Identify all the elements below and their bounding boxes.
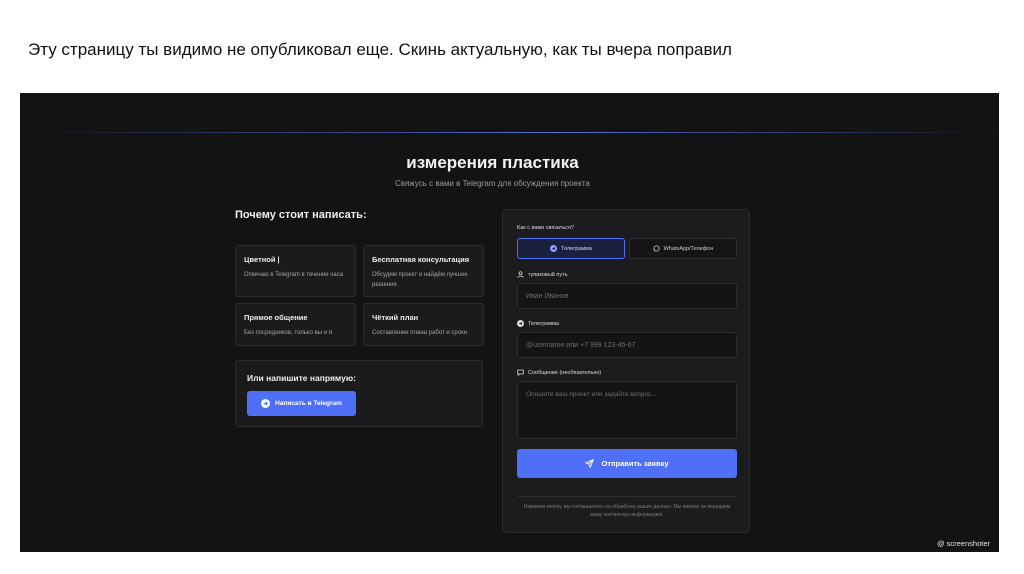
page-subtitle: Свяжусь с вами в Telegram для обсуждения… [395,179,590,188]
name-label: тупиковый путь [517,271,568,278]
direct-contact-heading: Или напишите напрямую: [247,373,356,383]
message-field[interactable]: Опишите ваш проект или задайте вопрос... [517,381,737,439]
submit-button[interactable]: Отправить заявку [517,449,737,478]
feature-card: Бесплатная консультация Обсудим проект и… [363,245,484,297]
telegram-icon [550,245,558,252]
feature-card: Чёткий план Составление плана работ и ср… [363,303,484,346]
message-label: Сообщение (необязательно) [517,369,601,376]
chat-icon [653,245,660,252]
feature-card: Цветной | Отвечаю в Telegram в течение ч… [235,245,356,297]
feature-card-title: Бесплатная консультация [372,255,470,264]
telegram-field[interactable]: @username или +7 999 123-45-67 [517,332,737,358]
header-divider [20,132,999,133]
telegram-icon [261,399,271,408]
send-icon [585,459,595,468]
contact-option-whatsapp[interactable]: WhatsApp/Телефон [629,238,737,259]
user-icon [517,271,524,278]
feature-card-text: Отвечаю в Telegram в течение часа [244,272,344,278]
contact-form: Как с вами связаться? Телеграмма WhatsAp… [502,209,750,533]
contact-method-label: Как с вами связаться? [517,225,574,231]
telegram-field-label: Телеграмма [517,320,559,327]
page-title: измерения пластика [406,153,579,172]
why-heading: Почему стоит написать: [235,209,367,221]
name-field[interactable]: Иван Иванов [517,283,737,309]
feature-card-text: Составление плана работ и сроки [372,330,468,336]
telegram-icon [517,320,524,327]
direct-contact-panel: Или напишите напрямую: Написать в Telegr… [235,360,483,427]
feature-card-title: Чёткий план [372,313,419,322]
feature-card-title: Цветной | [244,255,280,264]
watermark: @ screenshoter [936,539,990,548]
write-telegram-button[interactable]: Написать в Telegram [247,391,356,416]
write-telegram-label: Написать в Telegram [275,400,342,407]
contact-option-telegram-label: Телеграмма [561,245,592,252]
contact-option-telegram[interactable]: Телеграмма [517,238,625,259]
embedded-screenshot: измерения пластика Свяжусь с вами в Tele… [20,93,999,552]
feature-card-title: Прямое общение [244,313,308,322]
contact-option-whatsapp-label: WhatsApp/Телефон [663,245,714,252]
feature-card-text: Обсудим проект и найдём лучшее решение [372,272,468,288]
form-divider [517,496,737,497]
submit-label: Отправить заявку [601,459,669,468]
message-icon [517,369,524,376]
feature-card-text: Без посредников, только вы и я [244,330,333,336]
slide-caption: Эту страницу ты видимо не опубликовал ещ… [28,40,732,59]
consent-note: Нажимая кнопку, вы соглашаетесь на обраб… [523,504,731,518]
feature-card: Прямое общение Без посредников, только в… [235,303,356,346]
